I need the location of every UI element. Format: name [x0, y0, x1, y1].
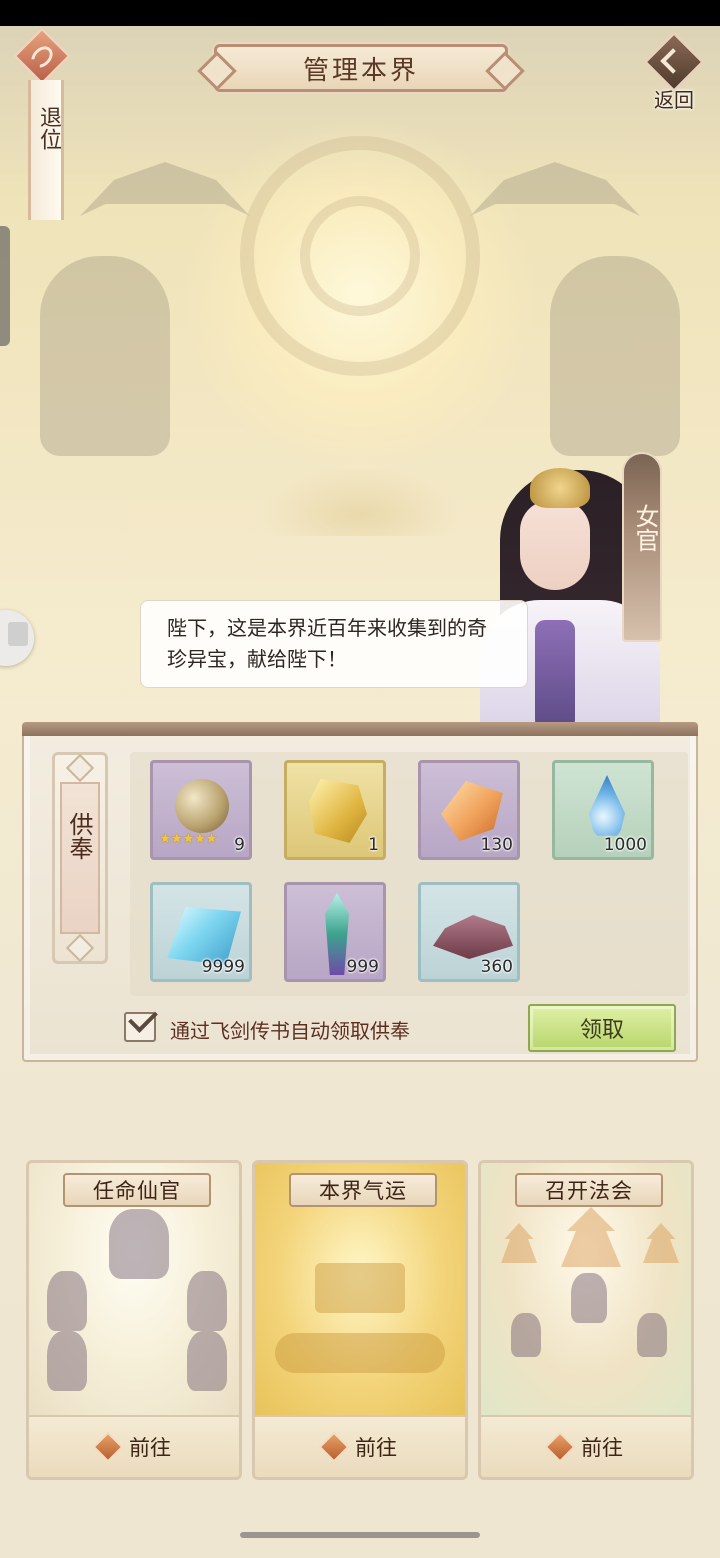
abdicate-banner	[28, 80, 64, 220]
go-button[interactable]: 前往	[255, 1415, 465, 1477]
character-face	[520, 500, 590, 590]
item-quantity: 9	[234, 835, 245, 855]
gold-ore-icon	[309, 779, 367, 843]
diamond-go-icon	[92, 1431, 124, 1463]
tribute-item-gold-ore[interactable]: 1	[284, 760, 386, 860]
card-hold-assembly[interactable]: 召开法会 前往	[478, 1160, 694, 1480]
item-quantity: 999	[346, 957, 379, 977]
item-quantity: 1	[368, 835, 379, 855]
water-drop-icon	[589, 775, 625, 836]
tribute-item-jade-sword[interactable]: 999	[284, 882, 386, 982]
auto-claim-label: 通过飞剑传书自动领取供奉	[170, 1019, 410, 1043]
dialogue-text: 陛下，这是本界近百年来收集到的奇珍异宝，献给陛下！	[167, 616, 487, 671]
page-title-plaque: 管理本界	[214, 44, 508, 92]
tribute-item-amber-stone[interactable]: 130	[418, 760, 520, 860]
claim-button[interactable]: 领取	[528, 1004, 676, 1052]
item-quantity: 130	[480, 835, 513, 855]
puzzle-icon	[8, 622, 28, 646]
deity-silhouette	[109, 1209, 169, 1279]
right-statue	[550, 256, 680, 456]
left-statue	[40, 256, 170, 456]
official-title-banner: 女官	[622, 452, 662, 642]
official-silhouette	[47, 1271, 87, 1331]
spirit-orb-icon	[175, 779, 229, 833]
go-button[interactable]: 前往	[29, 1415, 239, 1477]
page-title: 管理本界	[302, 55, 419, 86]
item-quantity: 1000	[603, 835, 647, 855]
side-drawer-handle[interactable]	[0, 226, 10, 346]
card-title-plate: 任命仙官	[63, 1173, 211, 1207]
card-appoint-officials[interactable]: 任命仙官 前往	[26, 1160, 242, 1480]
star-rating: ★★★★★	[159, 831, 218, 847]
amber-stone-icon	[441, 781, 503, 841]
monk-silhouette	[571, 1273, 607, 1323]
card-title-plate: 召开法会	[515, 1173, 663, 1207]
diamond-go-icon	[318, 1431, 350, 1463]
card-title: 召开法会	[545, 1179, 633, 1203]
card-title: 任命仙官	[93, 1179, 181, 1203]
pagoda-silhouette	[501, 1223, 537, 1263]
monk-silhouette	[637, 1313, 667, 1357]
monk-silhouette	[511, 1313, 541, 1357]
tribute-item-water-drop[interactable]: 1000	[552, 760, 654, 860]
dharma-wheel-center	[300, 196, 420, 316]
tribute-label: 供奉	[65, 812, 93, 860]
abdicate-label: 退位	[36, 106, 61, 150]
character-sash	[535, 620, 575, 730]
palace-silhouette	[315, 1263, 405, 1313]
go-label: 前往	[129, 1436, 171, 1460]
home-indicator[interactable]	[240, 1532, 480, 1538]
go-label: 前往	[581, 1436, 623, 1460]
tribute-panel-top-bar	[22, 722, 698, 736]
claim-button-label: 领取	[579, 1018, 624, 1043]
dialogue-bubble: 陛下，这是本界近百年来收集到的奇珍异宝，献给陛下！	[140, 600, 528, 688]
official-silhouette	[187, 1331, 227, 1391]
cloud-silhouette	[275, 1333, 445, 1373]
item-quantity: 9999	[201, 957, 245, 977]
item-quantity: 360	[480, 957, 513, 977]
character-crown	[530, 468, 590, 508]
jade-sword-icon	[325, 893, 349, 975]
tribute-item-blue-crystal[interactable]: 9999	[150, 882, 252, 982]
card-realm-fortune[interactable]: 本界气运 前往	[252, 1160, 468, 1480]
abdicate-button[interactable]: 退位	[13, 27, 71, 226]
official-silhouette	[187, 1271, 227, 1331]
tribute-item-spirit-orb[interactable]: ★★★★★ 9	[150, 760, 252, 860]
status-bar	[0, 0, 720, 26]
pagoda-silhouette	[643, 1223, 679, 1263]
card-title: 本界气运	[319, 1179, 407, 1203]
sand-pile-icon	[433, 915, 513, 959]
back-button[interactable]: 返回	[642, 30, 706, 112]
official-silhouette	[47, 1331, 87, 1391]
go-label: 前往	[355, 1436, 397, 1460]
official-title: 女官	[631, 504, 659, 552]
go-button[interactable]: 前往	[481, 1415, 691, 1477]
diamond-go-icon	[544, 1431, 576, 1463]
tribute-item-sand-pile[interactable]: 360	[418, 882, 520, 982]
pagoda-silhouette	[561, 1207, 621, 1267]
card-title-plate: 本界气运	[289, 1173, 437, 1207]
tribute-label-scroll: 供奉	[52, 752, 108, 964]
back-label: 返回	[654, 88, 694, 112]
